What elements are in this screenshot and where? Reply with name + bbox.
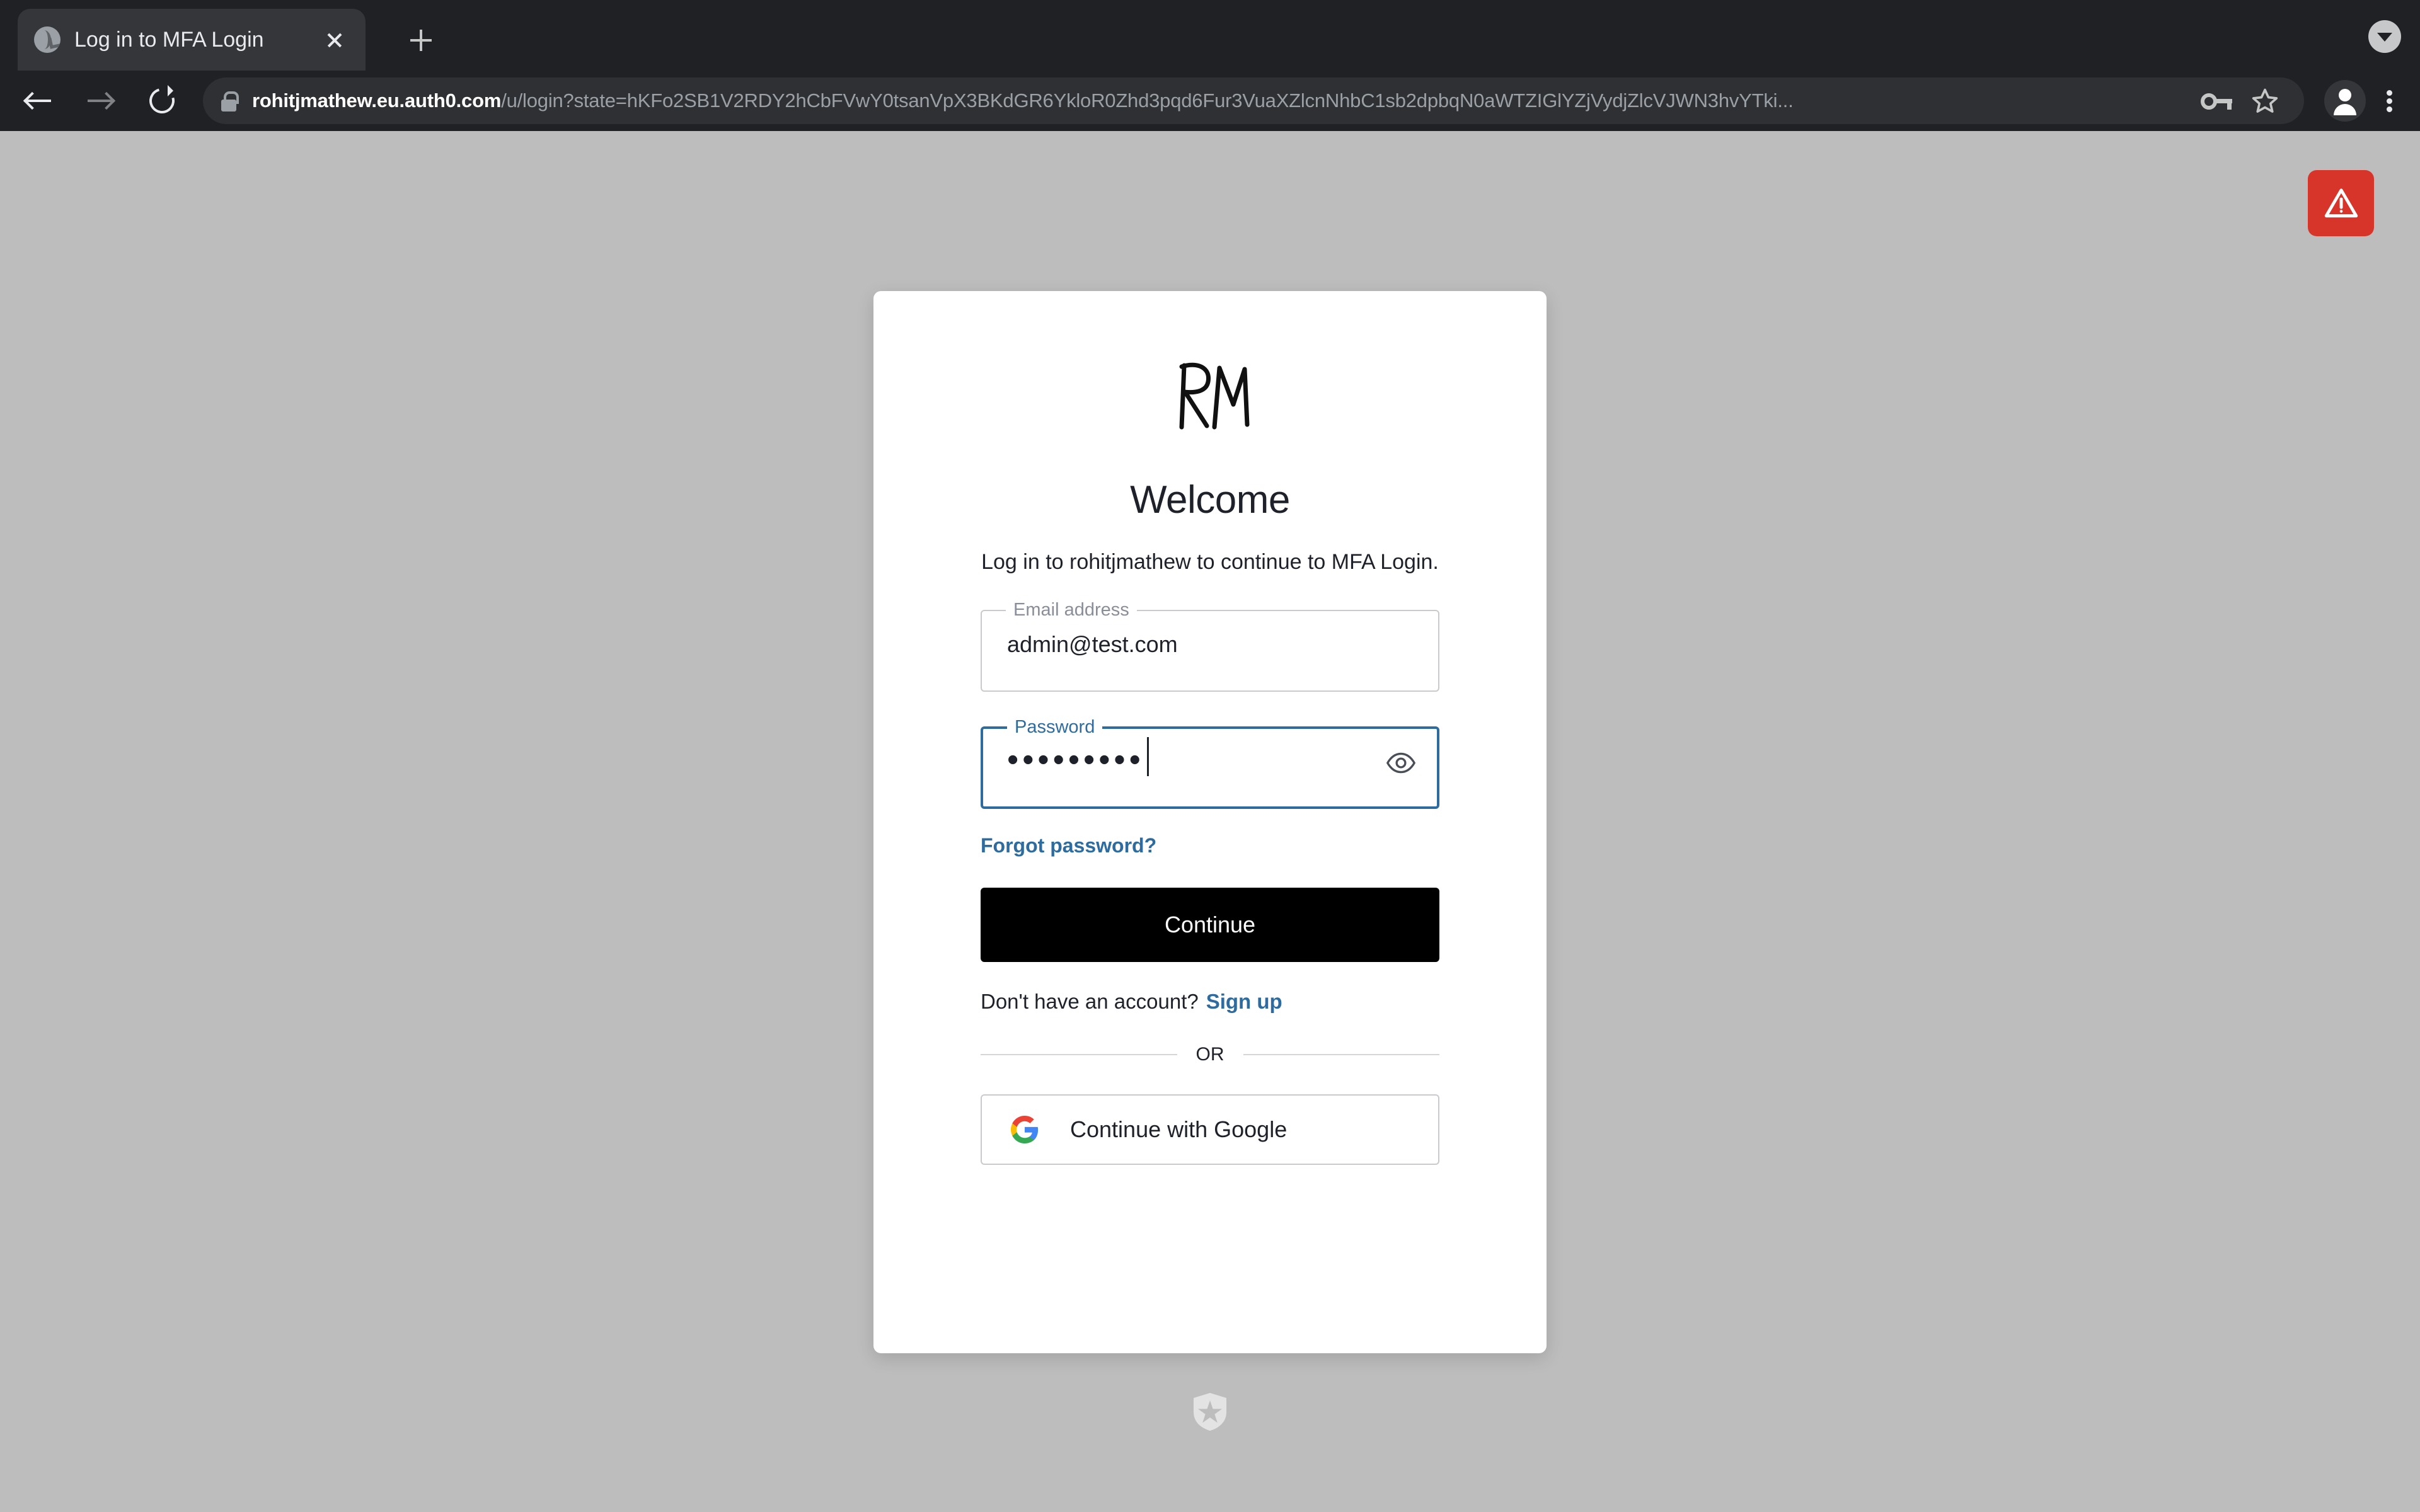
signup-row: Don't have an account? Sign up (981, 990, 1439, 1014)
signup-link[interactable]: Sign up (1206, 990, 1282, 1013)
address-bar[interactable]: rohitjmathew.eu.auth0.com/u/login?state=… (203, 77, 2304, 124)
browser-chrome: Log in to MFA Login rohitjmathew.eu.auth… (0, 0, 2420, 131)
brand-logo (981, 357, 1439, 431)
warning-badge[interactable] (2308, 170, 2374, 236)
signup-prompt: Don't have an account? (981, 990, 1199, 1013)
browser-tab[interactable]: Log in to MFA Login (18, 9, 366, 71)
page-viewport: Welcome Log in to rohitjmathew to contin… (0, 131, 2420, 1512)
close-icon[interactable] (320, 25, 349, 54)
password-field-label: Password (1015, 717, 1095, 737)
star-icon[interactable] (2242, 78, 2288, 123)
divider-rule-right (1243, 1054, 1439, 1055)
password-field[interactable]: Password ••••••••• (981, 717, 1439, 809)
login-subtitle: Log in to rohitjmathew to continue to MF… (981, 550, 1439, 574)
chevron-down-icon[interactable] (2368, 20, 2401, 53)
globe-icon (34, 26, 60, 53)
continue-button[interactable]: Continue (981, 888, 1439, 962)
back-button[interactable] (14, 76, 63, 125)
google-g-icon (1011, 1116, 1039, 1143)
reload-button[interactable] (137, 76, 187, 125)
email-field-label: Email address (1013, 600, 1129, 620)
login-card: Welcome Log in to rohitjmathew to contin… (873, 291, 1547, 1353)
page-title: Welcome (1130, 478, 1290, 522)
divider-label: OR (1196, 1044, 1224, 1065)
tab-title: Log in to MFA Login (74, 27, 264, 52)
or-divider: OR (981, 1044, 1439, 1065)
divider-rule-left (981, 1054, 1177, 1055)
browser-toolbar: rohitjmathew.eu.auth0.com/u/login?state=… (0, 71, 2420, 131)
url-path: /u/login?state=hKFo2SB1V2RDY2hCbFVwY0tsa… (501, 89, 1794, 112)
text-caret (1147, 737, 1149, 776)
warning-triangle-icon (2324, 188, 2358, 217)
tab-strip: Log in to MFA Login (0, 0, 2420, 71)
url-domain: rohitjmathew.eu.auth0.com (252, 89, 502, 112)
forgot-password-link[interactable]: Forgot password? (981, 834, 1156, 857)
password-field-value[interactable]: ••••••••• (1007, 743, 1144, 776)
avatar[interactable] (2324, 80, 2366, 122)
auth0-shield-icon[interactable] (1192, 1392, 1228, 1431)
lock-icon[interactable] (219, 90, 239, 112)
three-dot-menu-icon[interactable] (2370, 78, 2409, 123)
continue-with-google-button[interactable]: Continue with Google (981, 1094, 1439, 1165)
email-field[interactable]: Email address admin@test.com (981, 600, 1439, 692)
new-tab-button[interactable] (403, 23, 439, 58)
eye-icon[interactable] (1385, 747, 1417, 779)
key-icon[interactable] (2193, 78, 2238, 123)
forward-button[interactable] (76, 76, 125, 125)
google-button-label: Continue with Google (1070, 1116, 1288, 1142)
url-text: rohitjmathew.eu.auth0.com/u/login?state=… (252, 89, 2193, 112)
email-field-value[interactable]: admin@test.com (1007, 631, 1178, 658)
